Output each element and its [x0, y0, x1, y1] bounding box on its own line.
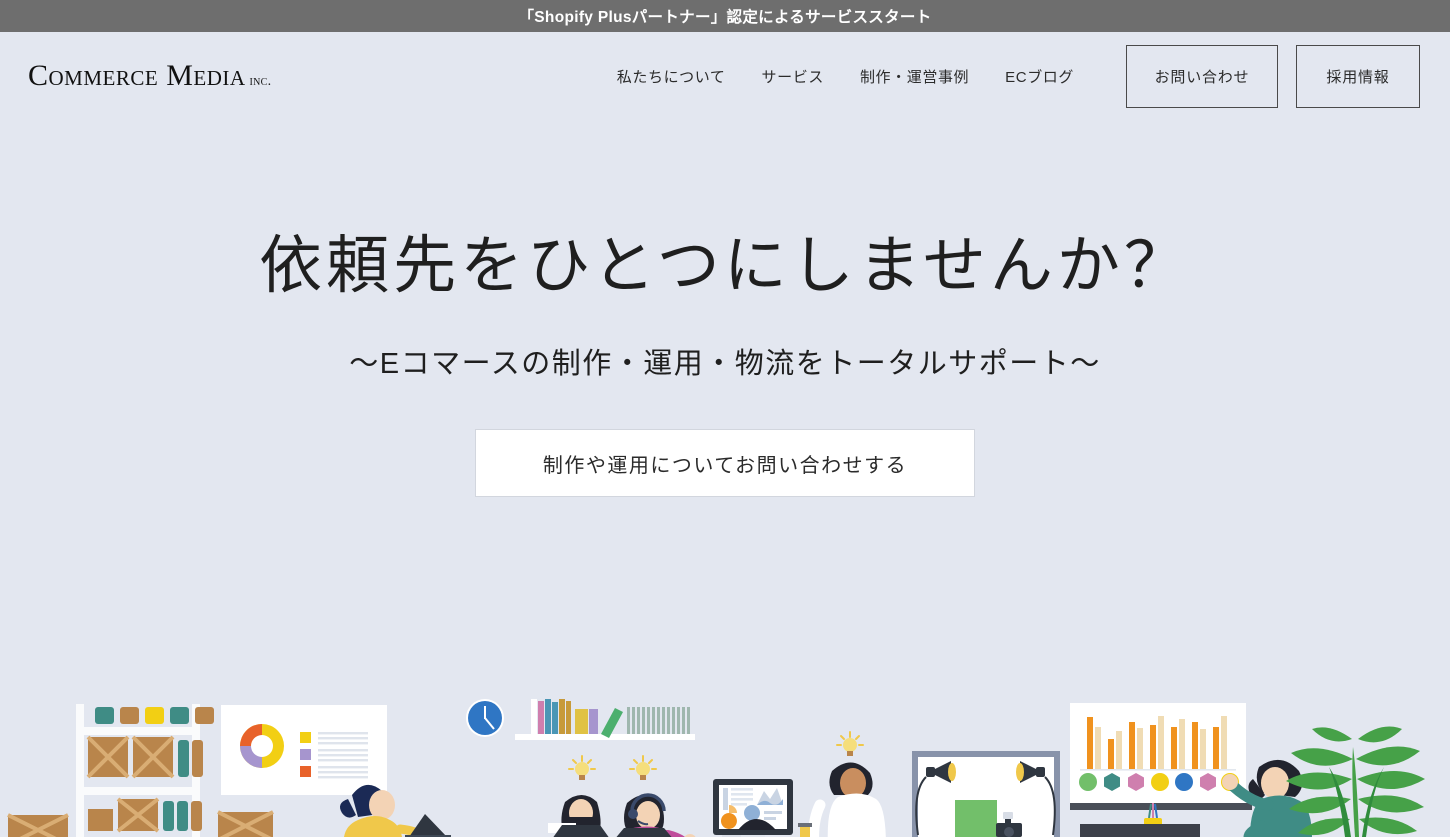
lightbulb-icon: [836, 731, 864, 756]
person-headset-magenta: [616, 793, 750, 837]
person-teal-pointing: [1222, 759, 1312, 837]
person-laptop-yellow: [340, 784, 451, 837]
person-standing-white: [798, 762, 886, 837]
bar-chart-board: [1070, 703, 1252, 810]
wall-clock: [466, 699, 504, 737]
nav-link-about[interactable]: 私たちについて: [599, 66, 744, 87]
logo-suffix-text: inc.: [249, 74, 272, 89]
logo[interactable]: Commerce Media inc.: [28, 61, 271, 91]
recruit-button[interactable]: 採用情報: [1296, 44, 1420, 108]
nav-link-ec-blog[interactable]: ECブログ: [987, 66, 1092, 87]
warehouse-shelf: [7, 704, 274, 837]
hero-cta-button[interactable]: 制作や運用についてお問い合わせする: [475, 429, 975, 498]
lightbulb-icon: [568, 755, 596, 780]
person-seated-back: [738, 819, 776, 830]
photo-studio: [912, 751, 1060, 837]
desk: [1080, 824, 1200, 837]
bar-chart-bars: [1087, 716, 1227, 769]
pencil-cup: [1144, 803, 1162, 837]
hero-section: 依頼先をひとつにしませんか？ 〜Eコマースの制作・運用・物流をトータルサポート〜…: [0, 120, 1450, 498]
desktop-monitor-dashboard: [713, 779, 793, 837]
hero-subtitle: 〜Eコマースの制作・運用・物流をトータルサポート〜: [349, 348, 1101, 381]
site-header: Commerce Media inc. 私たちについて サービス 制作・運営事例…: [0, 32, 1450, 120]
potted-plant: [1286, 726, 1425, 837]
lightbulb-icon: [629, 755, 657, 780]
office-illustration: [7, 699, 1425, 837]
nav-link-service[interactable]: サービス: [744, 66, 842, 87]
main-navigation: 私たちについて サービス 制作・運営事例 ECブログ お問い合わせ 採用情報: [599, 44, 1420, 108]
hero-title: 依頼先をひとつにしませんか？: [259, 231, 1191, 301]
bookshelf: [515, 699, 695, 740]
announcement-text: 「Shopify Plusパートナー」認定によるサービススタート: [518, 9, 932, 26]
announcement-bar: 「Shopify Plusパートナー」認定によるサービススタート: [0, 0, 1450, 32]
contact-button[interactable]: お問い合わせ: [1126, 44, 1278, 108]
nav-link-cases[interactable]: 制作・運営事例: [842, 66, 987, 87]
logo-main-text: Commerce Media: [28, 59, 246, 92]
person-laptop-orange: [548, 795, 609, 837]
donut-chart-board: [221, 705, 387, 795]
